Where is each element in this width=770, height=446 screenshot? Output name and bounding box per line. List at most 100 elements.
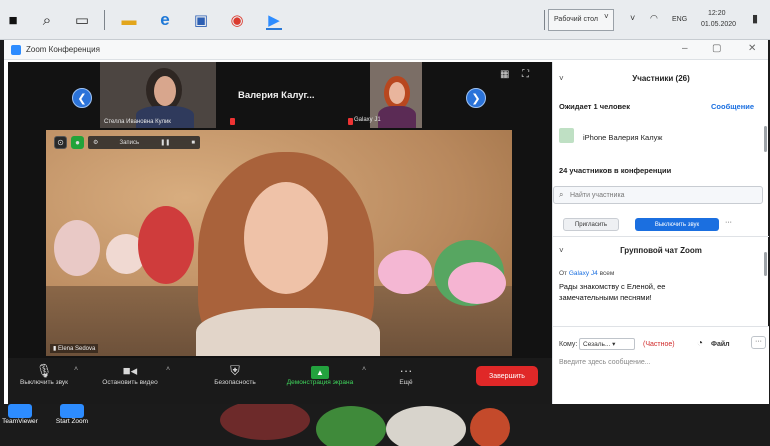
- language-indicator[interactable]: ENG: [672, 16, 687, 23]
- chat-sender[interactable]: Galaxy J4: [569, 270, 598, 277]
- zoom-window: Zoom Конференция – ▢ ✕ ❮ Стелла Ивановна…: [4, 40, 769, 404]
- more-button[interactable]: ··· Ещё: [386, 362, 426, 386]
- stop-icon: ■: [191, 139, 195, 146]
- screen: ■ ⌕ ▭ ▬ e ▣ ◉ ▶ Рабочий стол ˅ ˅ ◠ ENG 1…: [0, 0, 770, 446]
- network-icon[interactable]: ◠: [650, 13, 658, 24]
- file-icon[interactable]: ◔: [697, 338, 703, 349]
- chat-recipient-value: Сезаль...: [583, 341, 611, 348]
- fullscreen-icon[interactable]: ⛶: [522, 70, 532, 80]
- mute-label: Выключить звук: [19, 379, 69, 386]
- mute-button[interactable]: 🎙︎ Выключить звук: [14, 362, 74, 386]
- stop-video-label: Остановить видео: [102, 379, 158, 386]
- next-page-icon[interactable]: ❯: [466, 88, 486, 108]
- chat-compose: Кому: Сезаль... ▾ (Частное) ◔ Файл ··· В…: [553, 326, 769, 404]
- share-screen-label: Демонстрация экрана: [286, 379, 354, 386]
- clock-date[interactable]: 01.05.2020: [701, 21, 736, 28]
- audio-options-caret-icon[interactable]: ˄: [74, 366, 78, 373]
- microphone-icon: 🎙︎: [35, 363, 53, 378]
- maximize-icon[interactable]: ▢: [712, 43, 721, 54]
- windows-taskbar: ■ ⌕ ▭ ▬ e ▣ ◉ ▶ Рабочий стол ˅ ˅ ◠ ENG 1…: [0, 0, 770, 40]
- waiting-avatar: [559, 128, 574, 143]
- main-video-name: ▮ Elena Sedova: [50, 344, 99, 353]
- plush-toy: [448, 262, 506, 304]
- participants-more-icon[interactable]: ···: [725, 219, 732, 226]
- stop-video-button[interactable]: ■◂ Остановить видео: [94, 362, 166, 386]
- tray-expand-icon[interactable]: ˅: [630, 13, 635, 23]
- shield-icon: ⛨: [230, 363, 240, 378]
- gallery-view-icon[interactable]: ▦: [500, 70, 510, 80]
- desktop-toolbar-label: Рабочий стол: [554, 16, 598, 23]
- participant-search[interactable]: ⌕ Найти участника: [553, 186, 763, 204]
- active-app-indicator: [266, 28, 282, 30]
- minimize-icon[interactable]: –: [682, 43, 688, 54]
- file-button[interactable]: Файл: [711, 341, 730, 348]
- invite-button[interactable]: Пригласить: [563, 218, 619, 231]
- video-camera-icon: ■◂: [122, 363, 138, 378]
- tray-chevron-icon[interactable]: ˅: [604, 12, 609, 21]
- chat-message-meta: От Galaxy J4 всем: [559, 270, 614, 277]
- in-conference-label: 24 участников в конференции: [559, 166, 672, 175]
- zoom-taskbar-glyph: ▶: [268, 12, 280, 29]
- private-label: (Частное): [643, 341, 675, 348]
- start-zoom-desktop-icon[interactable]: Start Zoom: [52, 404, 92, 425]
- meeting-toolbar: 🎙︎ Выключить звук ˄ ■◂ Остановить видео …: [8, 358, 552, 404]
- chat-recipient: всем: [599, 270, 615, 277]
- share-options-caret-icon[interactable]: ˄: [362, 366, 366, 373]
- participants-title: Участники (26): [632, 74, 690, 83]
- zoom-taskbar-icon[interactable]: ▶: [262, 8, 286, 32]
- video-options-caret-icon[interactable]: ˄: [166, 366, 170, 373]
- chat-message-text: Рады знакомству с Еленой, ее замечательн…: [559, 282, 666, 302]
- mute-all-button[interactable]: Выключить звук: [635, 218, 719, 231]
- pause-icon: ❚❚: [160, 140, 171, 146]
- plush-toy: [54, 220, 100, 276]
- window-title: Zoom Конференция: [26, 45, 100, 54]
- task-view-icon[interactable]: ▭: [72, 8, 92, 32]
- main-video[interactable]: ⊙ ● ⚙ Запись ❚❚ ■ ▮ Elena Sedova: [46, 130, 512, 356]
- chat-scrollbar[interactable]: [764, 252, 767, 276]
- clock-time[interactable]: 12:20: [708, 10, 726, 17]
- speaker-face: [244, 182, 328, 294]
- wallpaper-leaf: [316, 406, 386, 446]
- photos-icon[interactable]: ▣: [190, 8, 212, 32]
- wallpaper-flower: [470, 408, 510, 446]
- zoom-logo-icon: [11, 45, 21, 55]
- video-area: ❮ Стелла Ивановна Кулик Валерия Калуг...…: [8, 62, 552, 404]
- end-meeting-button[interactable]: Завершить: [476, 366, 538, 386]
- signal-icon: ▮: [53, 346, 57, 352]
- recording-bar[interactable]: ⚙ Запись ❚❚ ■: [88, 136, 200, 149]
- start-zoom-label: Start Zoom: [55, 418, 89, 425]
- wallpaper-flower: [220, 404, 310, 440]
- teamviewer-label: TeamViewer: [2, 418, 38, 425]
- search-placeholder: Найти участника: [570, 192, 625, 199]
- share-screen-icon: ▲: [280, 362, 360, 379]
- chat-recipient-select[interactable]: Сезаль... ▾: [579, 338, 635, 350]
- chrome-icon[interactable]: ◉: [226, 8, 248, 32]
- notifications-icon[interactable]: ▮: [752, 12, 758, 25]
- thumbnail-body: [378, 106, 416, 128]
- taskbar-separator: [104, 10, 105, 30]
- message-waiting-button[interactable]: Сообщение: [711, 102, 754, 111]
- file-explorer-icon[interactable]: ▬: [118, 8, 140, 32]
- video-overlay-controls: ⊙ ● ⚙ Запись ❚❚ ■: [54, 136, 200, 149]
- participant-thumbnail[interactable]: Стелла Ивановна Кулик: [100, 62, 216, 128]
- share-screen-button[interactable]: ▲ Демонстрация экрана: [280, 362, 360, 386]
- close-icon[interactable]: ✕: [748, 43, 756, 54]
- chat-input[interactable]: Введите здесь сообщение...: [559, 359, 651, 366]
- window-titlebar: Zoom Конференция – ▢ ✕: [4, 40, 768, 60]
- teamviewer-desktop-icon[interactable]: TeamViewer: [0, 404, 40, 425]
- info-icon[interactable]: ⊙: [54, 136, 67, 149]
- mic-muted-icon: [230, 118, 235, 125]
- settings-icon: ⚙: [93, 140, 99, 146]
- participants-scrollbar[interactable]: [764, 126, 767, 152]
- waiting-participant-name[interactable]: iPhone Валерия Калуж: [583, 133, 662, 142]
- edge-icon[interactable]: e: [154, 8, 176, 32]
- mic-muted-icon: [348, 118, 353, 125]
- encryption-icon[interactable]: ●: [71, 136, 84, 149]
- recording-label: Запись: [119, 139, 140, 146]
- security-button[interactable]: ⛨ Безопасность: [204, 362, 266, 386]
- chevron-down-icon: ▾: [612, 341, 616, 348]
- chat-more-button[interactable]: ···: [751, 336, 766, 349]
- windows-start-icon[interactable]: ■: [4, 8, 22, 32]
- previous-page-icon[interactable]: ❮: [72, 88, 92, 108]
- search-icon[interactable]: ⌕: [38, 8, 56, 32]
